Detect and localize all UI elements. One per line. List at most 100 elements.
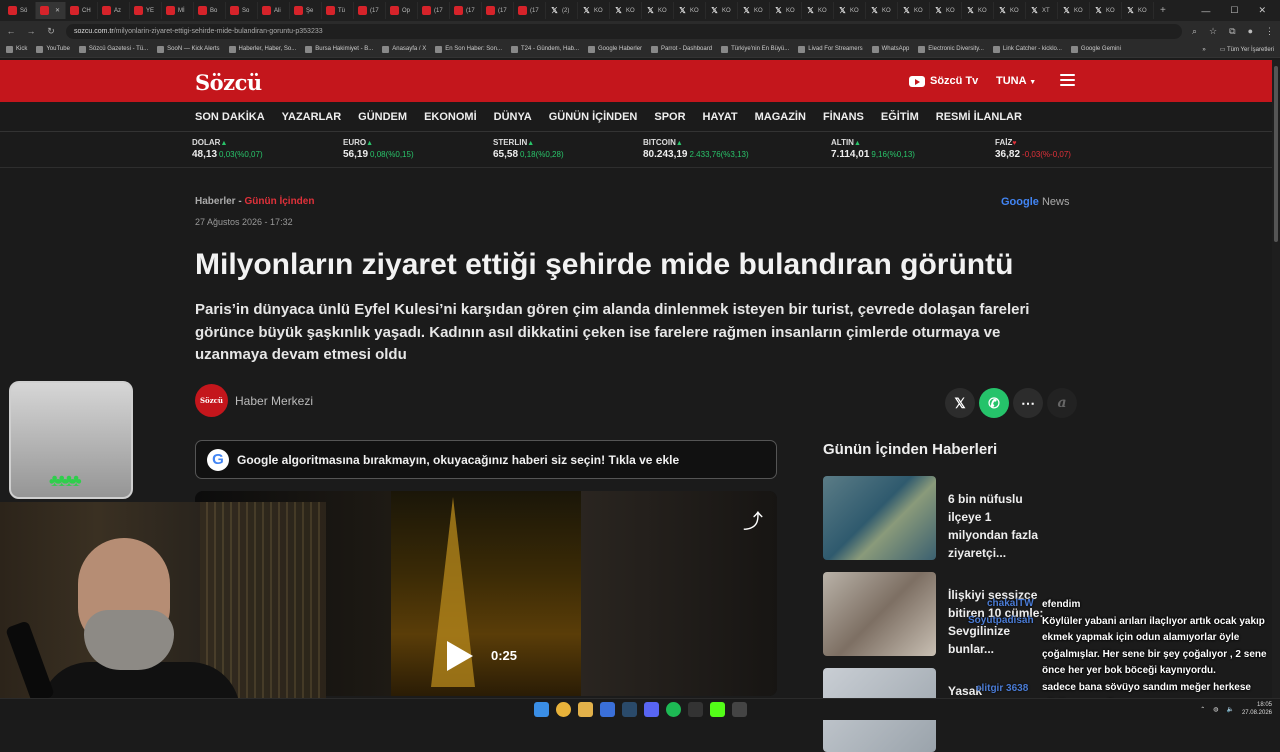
bookmark-item[interactable]: Kick [6, 45, 27, 53]
browser-tab[interactable]: Sö [4, 2, 36, 19]
menu-icon[interactable]: ⋮ [1265, 26, 1274, 37]
author-block[interactable]: Sözcü Haber Merkezi [195, 384, 313, 417]
nav-item[interactable]: SON DAKİKA [195, 111, 265, 123]
nav-item[interactable]: DÜNYA [494, 111, 532, 123]
maximize-icon[interactable]: ☐ [1230, 5, 1238, 16]
nav-item[interactable]: FİNANS [823, 111, 864, 123]
google-preferred-banner[interactable]: G Google algoritmasına bırakmayın, okuya… [195, 440, 777, 479]
browser-tab[interactable]: 𝕏 KO [770, 2, 802, 19]
browser-tab[interactable]: 𝕏 KO [738, 2, 770, 19]
share-whatsapp-button[interactable]: ✆ [979, 388, 1009, 418]
browser-tab[interactable]: 𝕏 (2) [546, 2, 578, 19]
bookmark-item[interactable]: Electronic Diversity... [918, 45, 984, 53]
browser-tab[interactable]: Ali [258, 2, 290, 19]
spotify-icon[interactable] [666, 702, 681, 717]
profile-icon[interactable]: ● [1248, 26, 1253, 37]
new-tab-icon[interactable]: + [1160, 5, 1166, 16]
browser-tab[interactable]: (17 [418, 2, 450, 19]
search-icon[interactable]: ⌕ [1192, 26, 1197, 37]
browser-tab[interactable]: 𝕏 KO [642, 2, 674, 19]
browser-tab[interactable]: 𝕏 KO [610, 2, 642, 19]
bookmark-item[interactable]: WhatsApp [871, 45, 909, 53]
hamburger-menu-icon[interactable] [1060, 74, 1075, 86]
browser-tab[interactable]: YE [130, 2, 162, 19]
bookmarks-overflow[interactable]: » [1202, 47, 1205, 53]
back-icon[interactable]: ← [6, 26, 16, 36]
close-icon[interactable]: ✕ [1258, 5, 1266, 16]
browser-tab[interactable]: (17 [450, 2, 482, 19]
obs-icon[interactable] [732, 702, 747, 717]
browser-tab[interactable]: 𝕏 KO [1090, 2, 1122, 19]
browser-tab[interactable]: 𝕏 KO [866, 2, 898, 19]
browser-tab[interactable]: 𝕏 KO [802, 2, 834, 19]
font-size-button[interactable]: a [1047, 388, 1077, 418]
google-news-link[interactable]: Google News [1001, 196, 1069, 208]
browser-tab[interactable]: 𝕏 KO [674, 2, 706, 19]
browser-tab[interactable]: 𝕏 KO [834, 2, 866, 19]
share-more-button[interactable]: ⋯ [1013, 388, 1043, 418]
nav-item[interactable]: HAYAT [703, 111, 738, 123]
breadcrumb-section[interactable]: Günün İçinden [244, 196, 314, 207]
forward-icon[interactable]: → [26, 26, 36, 36]
tray-arrow-icon[interactable]: ⌃ [1200, 706, 1205, 713]
bookmark-item[interactable]: Google Haberler [588, 45, 642, 53]
browser-tab[interactable]: 𝕏 KO [962, 2, 994, 19]
site-logo[interactable]: Sözcü [195, 70, 262, 95]
browser-tab[interactable]: ✕ [36, 2, 66, 19]
browser-tab[interactable]: 𝕏 KO [930, 2, 962, 19]
nav-item[interactable]: GÜNDEM [358, 111, 407, 123]
user-menu[interactable]: TUNA ▼ [996, 75, 1036, 87]
url-input[interactable]: sozcu.com.tr/milyonlarin-ziyaret-ettigi-… [66, 23, 1182, 39]
bookmark-item[interactable]: Sözcü Gazetesi - Tü... [78, 45, 148, 53]
nav-item[interactable]: GÜNÜN İÇİNDEN [549, 111, 638, 123]
play-icon[interactable] [447, 641, 473, 671]
nav-item[interactable]: YAZARLAR [282, 111, 342, 123]
bookmark-star-icon[interactable]: ☆ [1209, 26, 1217, 37]
bookmark-item[interactable]: SooN — Kick Alerts [157, 45, 220, 53]
kick-icon[interactable] [710, 702, 725, 717]
browser-tab[interactable]: 𝕏 XT [1026, 2, 1058, 19]
clock[interactable]: 18:05 27.08.2026 [1242, 701, 1272, 717]
share-x-button[interactable]: 𝕏 [945, 388, 975, 418]
browser-tab[interactable]: 𝕏 KO [1058, 2, 1090, 19]
bookmark-item[interactable]: En Son Haber: Son... [435, 45, 502, 53]
market-item[interactable]: BITCOIN▲ 80.243,19 2.433,76(%3,13) [643, 138, 749, 160]
bookmark-item[interactable]: Google Gemini [1070, 45, 1121, 53]
volume-icon[interactable]: 🔈 [1226, 706, 1233, 713]
reload-icon[interactable]: ↻ [46, 26, 56, 37]
bookmark-item[interactable]: Bursa Hakimiyet - B... [305, 45, 373, 53]
browser-tab[interactable]: 𝕏 KO [706, 2, 738, 19]
browser-tab[interactable]: (17 [482, 2, 514, 19]
bookmark-item[interactable]: Türkiye'nin En Büyü... [721, 45, 789, 53]
breadcrumb-root[interactable]: Haberler - [195, 196, 242, 207]
app-icon[interactable] [600, 702, 615, 717]
browser-tab[interactable]: (17 [354, 2, 386, 19]
network-icon[interactable]: ◍ [1213, 706, 1218, 713]
market-item[interactable]: FAİZ♥ 36,82 -0,03(%-0,07) [995, 138, 1071, 160]
nav-item[interactable]: SPOR [654, 111, 685, 123]
bookmark-item[interactable]: Livad For Streamers [798, 45, 863, 53]
chrome-icon[interactable] [556, 702, 571, 717]
market-item[interactable]: EURO▲ 56,19 0,08(%0,15) [343, 138, 414, 160]
extensions-icon[interactable]: ⧉ [1229, 26, 1235, 37]
epic-games-icon[interactable] [688, 702, 703, 717]
video-share-icon[interactable]: ⤴ [743, 505, 763, 534]
bookmark-item[interactable]: Link Catcher - kicklo... [992, 45, 1062, 53]
bookmark-item[interactable]: Parrot - Dashboard [651, 45, 712, 53]
nav-item[interactable]: EKONOMİ [424, 111, 477, 123]
browser-tab[interactable]: (17 [514, 2, 546, 19]
sozcu-tv-link[interactable]: Sözcü Tv [909, 75, 978, 87]
steam-icon[interactable] [622, 702, 637, 717]
browser-tab[interactable]: Az [98, 2, 130, 19]
market-item[interactable]: STERLIN▲ 65,58 0,18(%0,28) [493, 138, 564, 160]
market-item[interactable]: ALTIN▲ 7.114,01 9,16(%0,13) [831, 138, 915, 160]
all-bookmarks[interactable]: ▭ Tüm Yer İşaretleri [1220, 46, 1274, 53]
nav-item[interactable]: MAGAZİN [755, 111, 806, 123]
browser-tab[interactable]: 𝕏 KO [898, 2, 930, 19]
browser-tab[interactable]: Tü [322, 2, 354, 19]
start-icon[interactable] [534, 702, 549, 717]
browser-tab[interactable]: CH [66, 2, 98, 19]
browser-tab[interactable]: So [226, 2, 258, 19]
market-item[interactable]: DOLAR▲ 48,13 0,03(%0,07) [192, 138, 263, 160]
nav-item[interactable]: EĞİTİM [881, 111, 919, 123]
